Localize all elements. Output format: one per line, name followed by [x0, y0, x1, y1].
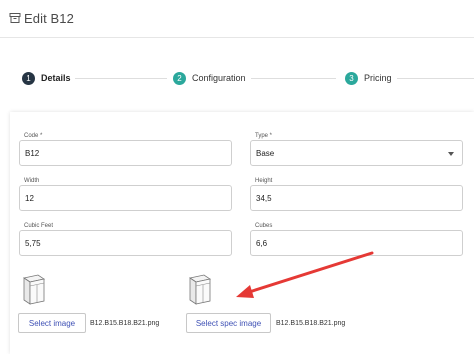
code-label: Code * [24, 133, 43, 139]
step-number: 1 [22, 71, 35, 85]
image-filename: B12.B15.B18.B21.png [90, 320, 160, 327]
step-label: Configuration [192, 73, 246, 83]
step-configuration[interactable]: 2 Configuration [173, 71, 246, 85]
page-header: Edit B12 [0, 0, 474, 38]
height-field[interactable]: 34,5 [250, 185, 463, 211]
cabinet-thumbnail [22, 274, 46, 305]
cubes-value: 6,6 [256, 239, 268, 248]
height-label: Height [255, 178, 273, 184]
type-select[interactable]: Base [250, 140, 463, 166]
step-connector [397, 78, 474, 79]
select-image-button[interactable]: Select image [18, 313, 86, 333]
cubic-feet-label: Cubic Feet [24, 223, 54, 229]
spec-image-filename: B12.B15.B18.B21.png [276, 320, 346, 327]
code-field[interactable]: B12 [19, 140, 232, 166]
chevron-down-icon [448, 152, 454, 156]
step-label: Details [41, 73, 71, 83]
width-value: 12 [25, 194, 34, 203]
page-title: Edit B12 [24, 11, 74, 26]
stepper: 1 Details 2 Configuration 3 Pricing [0, 38, 474, 112]
cubic-feet-value: 5,75 [25, 239, 41, 248]
step-connector [251, 78, 336, 79]
height-value: 34,5 [256, 194, 272, 203]
cubes-label: Cubes [255, 223, 273, 229]
cubic-feet-field[interactable]: 5,75 [19, 230, 232, 256]
width-field[interactable]: 12 [19, 185, 232, 211]
box-icon [9, 13, 21, 23]
code-value: B12 [25, 149, 40, 158]
step-connector [75, 78, 167, 79]
step-label: Pricing [364, 73, 392, 83]
step-number: 2 [173, 71, 186, 85]
type-value: Base [256, 149, 275, 158]
annotation-arrow-icon [236, 251, 374, 298]
cabinet-spec-thumbnail [188, 274, 212, 305]
width-label: Width [24, 178, 40, 184]
step-pricing[interactable]: 3 Pricing [345, 71, 392, 85]
step-number: 3 [345, 71, 358, 85]
step-details[interactable]: 1 Details [22, 71, 71, 85]
select-spec-image-button[interactable]: Select spec image [186, 313, 271, 333]
type-label: Type * [255, 133, 273, 139]
